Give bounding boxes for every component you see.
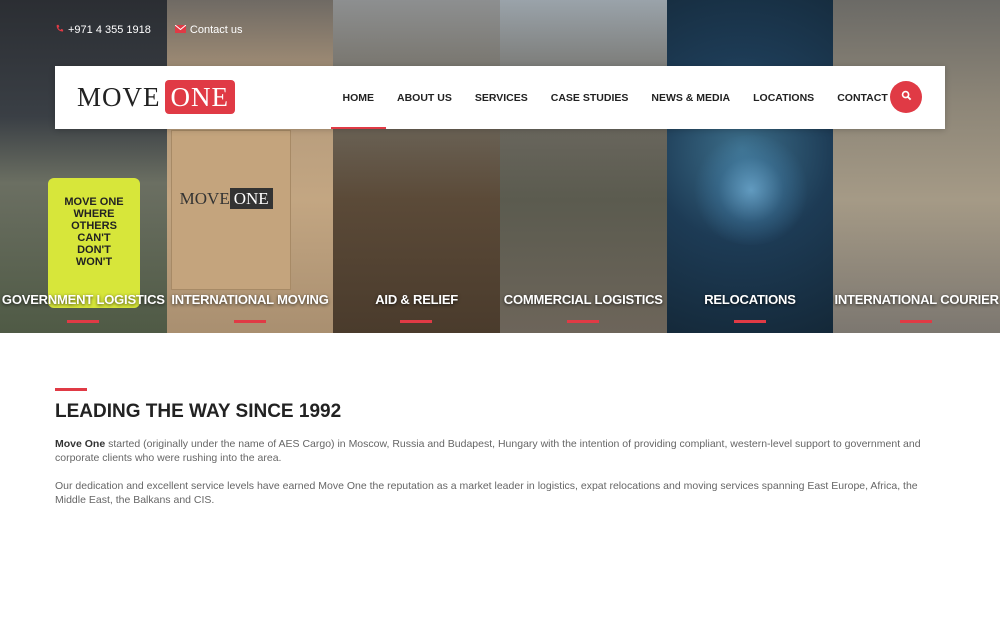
box-logo: MOVE ONE <box>180 188 273 209</box>
network-globe-image <box>690 135 811 245</box>
contact-label: Contact us <box>189 24 243 36</box>
tile-underline <box>67 320 99 323</box>
section-rule <box>55 388 87 391</box>
tile-underline <box>733 320 766 323</box>
tile-commercial-logistics[interactable]: COMMERCIAL LOGISTICS <box>499 0 667 333</box>
tile-underline <box>233 320 266 323</box>
phone-icon <box>55 24 64 36</box>
about-brand-bold: Move One <box>55 438 106 450</box>
nav-news-media[interactable]: NEWS & MEDIA <box>640 66 742 129</box>
about-section: LEADING THE WAY SINCE 1992 Move One star… <box>55 388 945 507</box>
vest-text: MOVE ONE WHERE OTHERS CAN'T DON'T WON'T <box>64 196 124 268</box>
about-paragraph-2: Our dedication and excellent service lev… <box>55 480 918 506</box>
about-paragraph-1: Move One started (originally under the n… <box>55 437 945 465</box>
tile-international-moving[interactable]: MOVE ONE INTERNATIONAL MOVING <box>166 0 334 333</box>
tile-relocations[interactable]: RELOCATIONS <box>666 0 834 333</box>
tile-underline <box>900 320 933 323</box>
section-heading: LEADING THE WAY SINCE 1992 <box>55 401 342 422</box>
hero-service-tiles: MOVE ONE WHERE OTHERS CAN'T DON'T WON'T … <box>0 0 1000 333</box>
phone-link[interactable]: +971 4 355 1918 <box>55 24 151 36</box>
tile-label: GOVERNMENT LOGISTICS <box>1 292 165 307</box>
top-contact-bar: +971 4 355 1918 Contact us <box>55 24 242 36</box>
tile-aid-relief[interactable]: AID & RELIEF <box>333 0 500 333</box>
search-icon <box>901 88 912 106</box>
tile-label: INTERNATIONAL MOVING <box>171 292 329 307</box>
search-button[interactable] <box>890 81 922 113</box>
phone-number: +971 4 355 1918 <box>68 24 151 36</box>
tile-underline <box>566 320 599 323</box>
tile-underline <box>400 320 433 323</box>
nav-services[interactable]: SERVICES <box>463 66 539 129</box>
tile-label: AID & RELIEF <box>375 292 459 307</box>
contact-link[interactable]: Contact us <box>174 24 243 36</box>
tile-label: COMMERCIAL LOGISTICS <box>503 292 663 307</box>
tile-label: RELOCATIONS <box>704 292 796 307</box>
about-paragraph-1-text: started (originally under the name of AE… <box>55 438 921 464</box>
site-logo[interactable]: MOVE ONE <box>77 80 235 114</box>
tile-government-logistics[interactable]: MOVE ONE WHERE OTHERS CAN'T DON'T WON'T … <box>0 0 167 333</box>
nav-locations[interactable]: LOCATIONS <box>742 66 826 129</box>
envelope-icon <box>174 24 187 36</box>
box-image: MOVE ONE <box>170 130 291 290</box>
nav-home[interactable]: HOME <box>331 66 386 129</box>
nav-about-us[interactable]: ABOUT US <box>386 66 464 129</box>
tile-international-courier[interactable]: INTERNATIONAL COURIER <box>833 0 1000 333</box>
nav-menu: HOME ABOUT US SERVICES CASE STUDIES NEWS… <box>331 66 899 129</box>
logo-one: ONE <box>164 80 235 114</box>
tile-label: INTERNATIONAL COURIER <box>834 292 999 307</box>
logo-move: MOVE <box>77 81 161 112</box>
main-navbar: MOVE ONE HOME ABOUT US SERVICES CASE STU… <box>55 66 945 129</box>
nav-case-studies[interactable]: CASE STUDIES <box>539 66 640 129</box>
nav-contact[interactable]: CONTACT <box>826 66 900 129</box>
